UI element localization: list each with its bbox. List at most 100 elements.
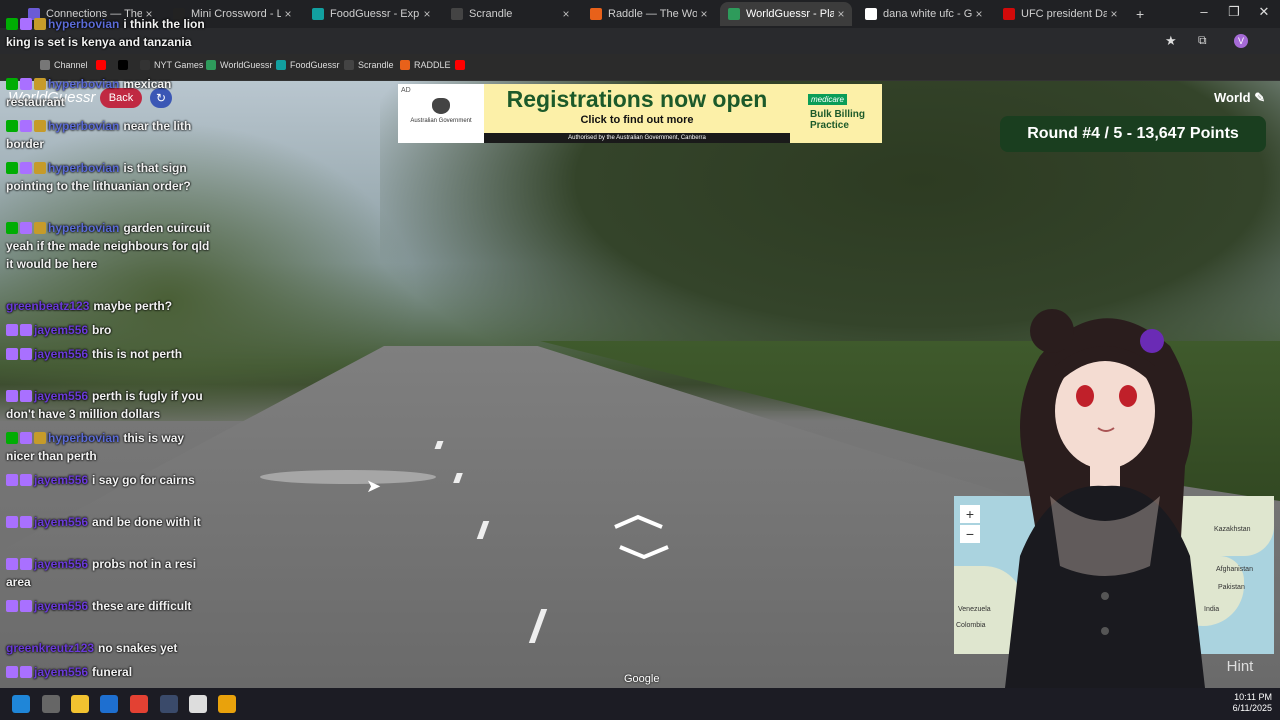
bookmark-item[interactable]	[96, 60, 110, 70]
extensions-icon[interactable]: ⧉	[1198, 33, 1207, 48]
bookmark-icon	[96, 60, 106, 70]
map-zoom-in-button[interactable]: +	[960, 505, 980, 523]
new-tab-button[interactable]: +	[1136, 2, 1154, 26]
photos-icon[interactable]	[100, 695, 118, 713]
chat-username[interactable]: hyperbovian	[48, 431, 119, 445]
navigation-arrows[interactable]	[610, 513, 670, 563]
bookmark-label: WorldGuessr	[220, 60, 273, 70]
ad-banner[interactable]: AD Australian Government Registrations n…	[398, 84, 882, 143]
close-tab-icon[interactable]: ×	[420, 7, 434, 21]
ad-authorisation: Authorised by the Australian Government,…	[484, 133, 790, 143]
coat-of-arms-icon	[432, 98, 450, 114]
chat-username[interactable]: jayem556	[34, 515, 88, 529]
backward-arrow-icon[interactable]	[619, 545, 669, 560]
browser-tab[interactable]: Raddle — The Word Trans×	[582, 2, 715, 26]
avatar-hair-bun	[1030, 309, 1074, 353]
bookmark-item[interactable]	[455, 60, 469, 70]
chat-message: greenbeatz123 maybe perth?	[6, 297, 214, 315]
map-zoom-out-button[interactable]: −	[960, 525, 980, 543]
profile-avatar[interactable]: V	[1234, 34, 1248, 48]
app-icon[interactable]	[189, 695, 207, 713]
chat-badge-icon	[6, 348, 18, 360]
chat-username[interactable]: jayem556	[34, 473, 88, 487]
pencil-icon[interactable]: ✎	[1254, 90, 1265, 105]
chat-username[interactable]: greenbeatz123	[6, 299, 89, 313]
chat-badge-icon	[34, 162, 46, 174]
chat-message: jayem556 this is not perth	[6, 345, 214, 363]
windows-taskbar	[0, 688, 1280, 720]
bookmark-item[interactable]	[118, 60, 132, 70]
system-clock[interactable]: 10:11 PM 6/11/2025	[1220, 692, 1272, 714]
chat-badge-icon	[6, 558, 18, 570]
star-icon[interactable]: ★	[1165, 33, 1177, 49]
chat-username[interactable]: hyperbovian	[48, 17, 119, 31]
ad-cta[interactable]: Click to find out more	[484, 114, 790, 126]
close-tab-icon[interactable]: ×	[972, 7, 986, 21]
bookmark-item[interactable]: Channel	[40, 60, 88, 70]
chat-message: greenkreutz123 no snakes yet	[6, 639, 214, 657]
bookmark-item[interactable]: Scrandle	[344, 60, 394, 70]
chat-username[interactable]: jayem556	[34, 347, 88, 361]
bookmark-icon	[455, 60, 465, 70]
app-icon[interactable]	[160, 695, 178, 713]
bookmark-item[interactable]: FoodGuessr	[276, 60, 340, 70]
chat-text: this is not perth	[92, 347, 183, 361]
chat-username[interactable]: jayem556	[34, 665, 88, 679]
chat-username[interactable]: jayem556	[34, 389, 88, 403]
bookmark-label: Channel	[54, 60, 88, 70]
chat-badge-icon	[6, 78, 18, 90]
chat-badge-icon	[6, 390, 18, 402]
chat-username[interactable]: hyperbovian	[48, 77, 119, 91]
close-tab-icon[interactable]: ×	[697, 7, 711, 21]
browser-tab[interactable]: Scrandle ×	[443, 2, 577, 26]
browser-tab[interactable]: WorldGuessr - Play Geog×	[720, 2, 852, 26]
avatar-button	[1101, 627, 1109, 635]
chat-username[interactable]: hyperbovian	[48, 221, 119, 235]
chat-username[interactable]: jayem556	[34, 599, 88, 613]
app-icon[interactable]	[218, 695, 236, 713]
chat-username[interactable]: hyperbovian	[48, 161, 119, 175]
close-tab-icon[interactable]: ×	[281, 7, 295, 21]
chat-username[interactable]: hyperbovian	[48, 119, 119, 133]
close-tab-icon[interactable]: ×	[1107, 7, 1121, 21]
chat-badge-icon	[20, 474, 32, 486]
bookmark-item[interactable]: NYT Games	[140, 60, 203, 70]
bookmark-item[interactable]: RADDLE	[400, 60, 451, 70]
windows-start-icon[interactable]	[12, 695, 30, 713]
close-tab-icon[interactable]: ×	[834, 7, 848, 21]
bookmark-icon	[118, 60, 128, 70]
bookmark-item[interactable]: WorldGuessr	[206, 60, 272, 70]
chrome-icon[interactable]	[130, 695, 148, 713]
chat-badge-icon	[6, 222, 18, 234]
chat-username[interactable]: jayem556	[34, 323, 88, 337]
street-view-ground-cursor	[260, 470, 436, 484]
bookmark-label: FoodGuessr	[290, 60, 340, 70]
chat-badge-icon	[6, 432, 18, 444]
chat-badge-icon	[6, 474, 18, 486]
chat-badge-icon	[20, 666, 32, 678]
close-tab-icon[interactable]: ×	[559, 7, 573, 21]
chat-username[interactable]: greenkreutz123	[6, 641, 94, 655]
browser-tab[interactable]: FoodGuessr - Explore the×	[304, 2, 438, 26]
chat-message: hyperbovian this is way nicer than perth	[6, 429, 214, 465]
chat-username[interactable]: jayem556	[34, 557, 88, 571]
browser-tab[interactable]: dana white ufc - Google S×	[857, 2, 990, 26]
avatar-neck	[1090, 466, 1120, 488]
maximize-icon[interactable]: ❐	[1224, 4, 1244, 20]
file-explorer-icon[interactable]	[71, 695, 89, 713]
chat-badge-icon	[6, 324, 18, 336]
clock-date: 6/11/2025	[1232, 703, 1272, 713]
chat-text: i say go for cairns	[92, 473, 195, 487]
minimize-icon[interactable]: –	[1194, 4, 1214, 19]
ad-headline[interactable]: Registrations now open	[484, 86, 790, 113]
app-icon[interactable]	[42, 695, 60, 713]
chat-text: funeral	[92, 665, 133, 679]
game-mode[interactable]: World ✎	[1214, 90, 1265, 106]
chat-badge-icon	[20, 120, 32, 132]
chat-badge-icon	[6, 600, 18, 612]
chat-badge-icon	[6, 666, 18, 678]
browser-tab[interactable]: UFC president Dana Whi×	[995, 2, 1125, 26]
bookmark-icon	[400, 60, 410, 70]
close-window-icon[interactable]: ✕	[1254, 4, 1274, 20]
forward-arrow-icon[interactable]	[614, 514, 663, 529]
